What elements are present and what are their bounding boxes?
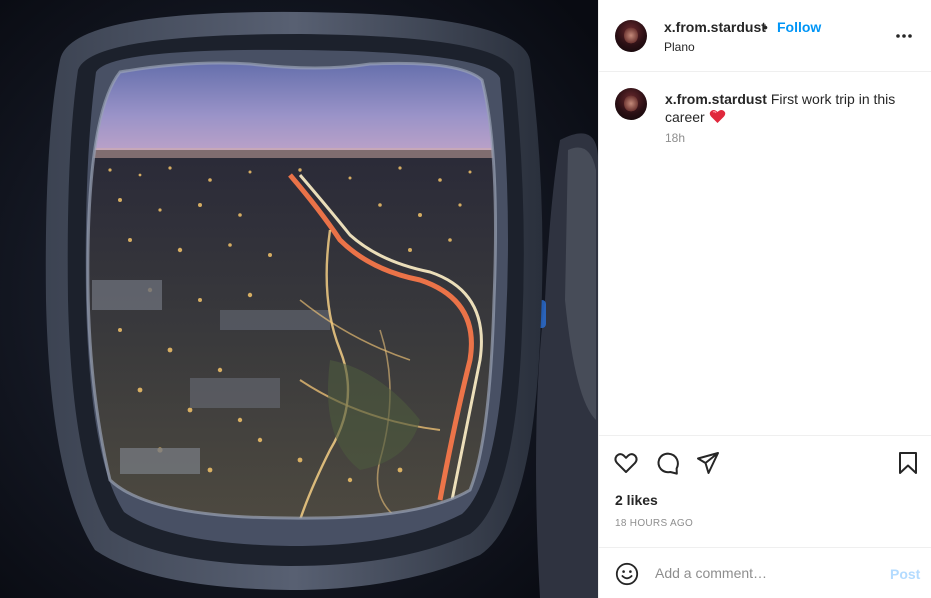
comments-list: x.from.stardust First work trip in this … — [599, 72, 931, 435]
comment-input[interactable] — [655, 562, 875, 584]
save-button[interactable] — [895, 450, 921, 476]
post-actions: 2 likes 18 HOURS AGO — [599, 435, 931, 547]
likes-count[interactable]: 2 likes — [615, 492, 658, 508]
emoji-button[interactable] — [615, 562, 639, 586]
airplane-window-photo — [0, 0, 598, 598]
post-photo[interactable] — [0, 0, 598, 598]
smiley-icon — [615, 562, 639, 586]
caption-username[interactable]: x.from.stardust — [665, 91, 767, 107]
post-header: x.from.stardust • Follow Plano — [599, 0, 931, 72]
comment-button[interactable] — [655, 450, 681, 476]
separator-dot: • — [763, 19, 768, 35]
share-button[interactable] — [695, 450, 721, 476]
caption-avatar[interactable] — [615, 88, 647, 120]
avatar[interactable] — [615, 20, 647, 52]
heart-emoji-icon — [709, 109, 726, 128]
send-icon — [697, 452, 719, 474]
post-sidebar: x.from.stardust • Follow Plano x.from.st… — [598, 0, 931, 598]
caption: x.from.stardust First work trip in this … — [665, 90, 915, 128]
comment-icon — [657, 452, 679, 475]
caption-timestamp[interactable]: 18h — [665, 131, 685, 145]
more-horizontal-icon — [896, 34, 912, 38]
username-link[interactable]: x.from.stardust — [664, 19, 766, 35]
post-comment-button[interactable]: Post — [890, 566, 920, 582]
like-button[interactable] — [613, 450, 639, 476]
heart-icon — [614, 453, 638, 473]
post-timestamp[interactable]: 18 HOURS AGO — [615, 518, 693, 529]
bookmark-icon — [899, 452, 917, 474]
more-options-button[interactable] — [891, 24, 921, 48]
location-link[interactable]: Plano — [664, 40, 695, 54]
follow-button[interactable]: Follow — [777, 19, 821, 35]
add-comment-bar: Post — [599, 547, 931, 598]
